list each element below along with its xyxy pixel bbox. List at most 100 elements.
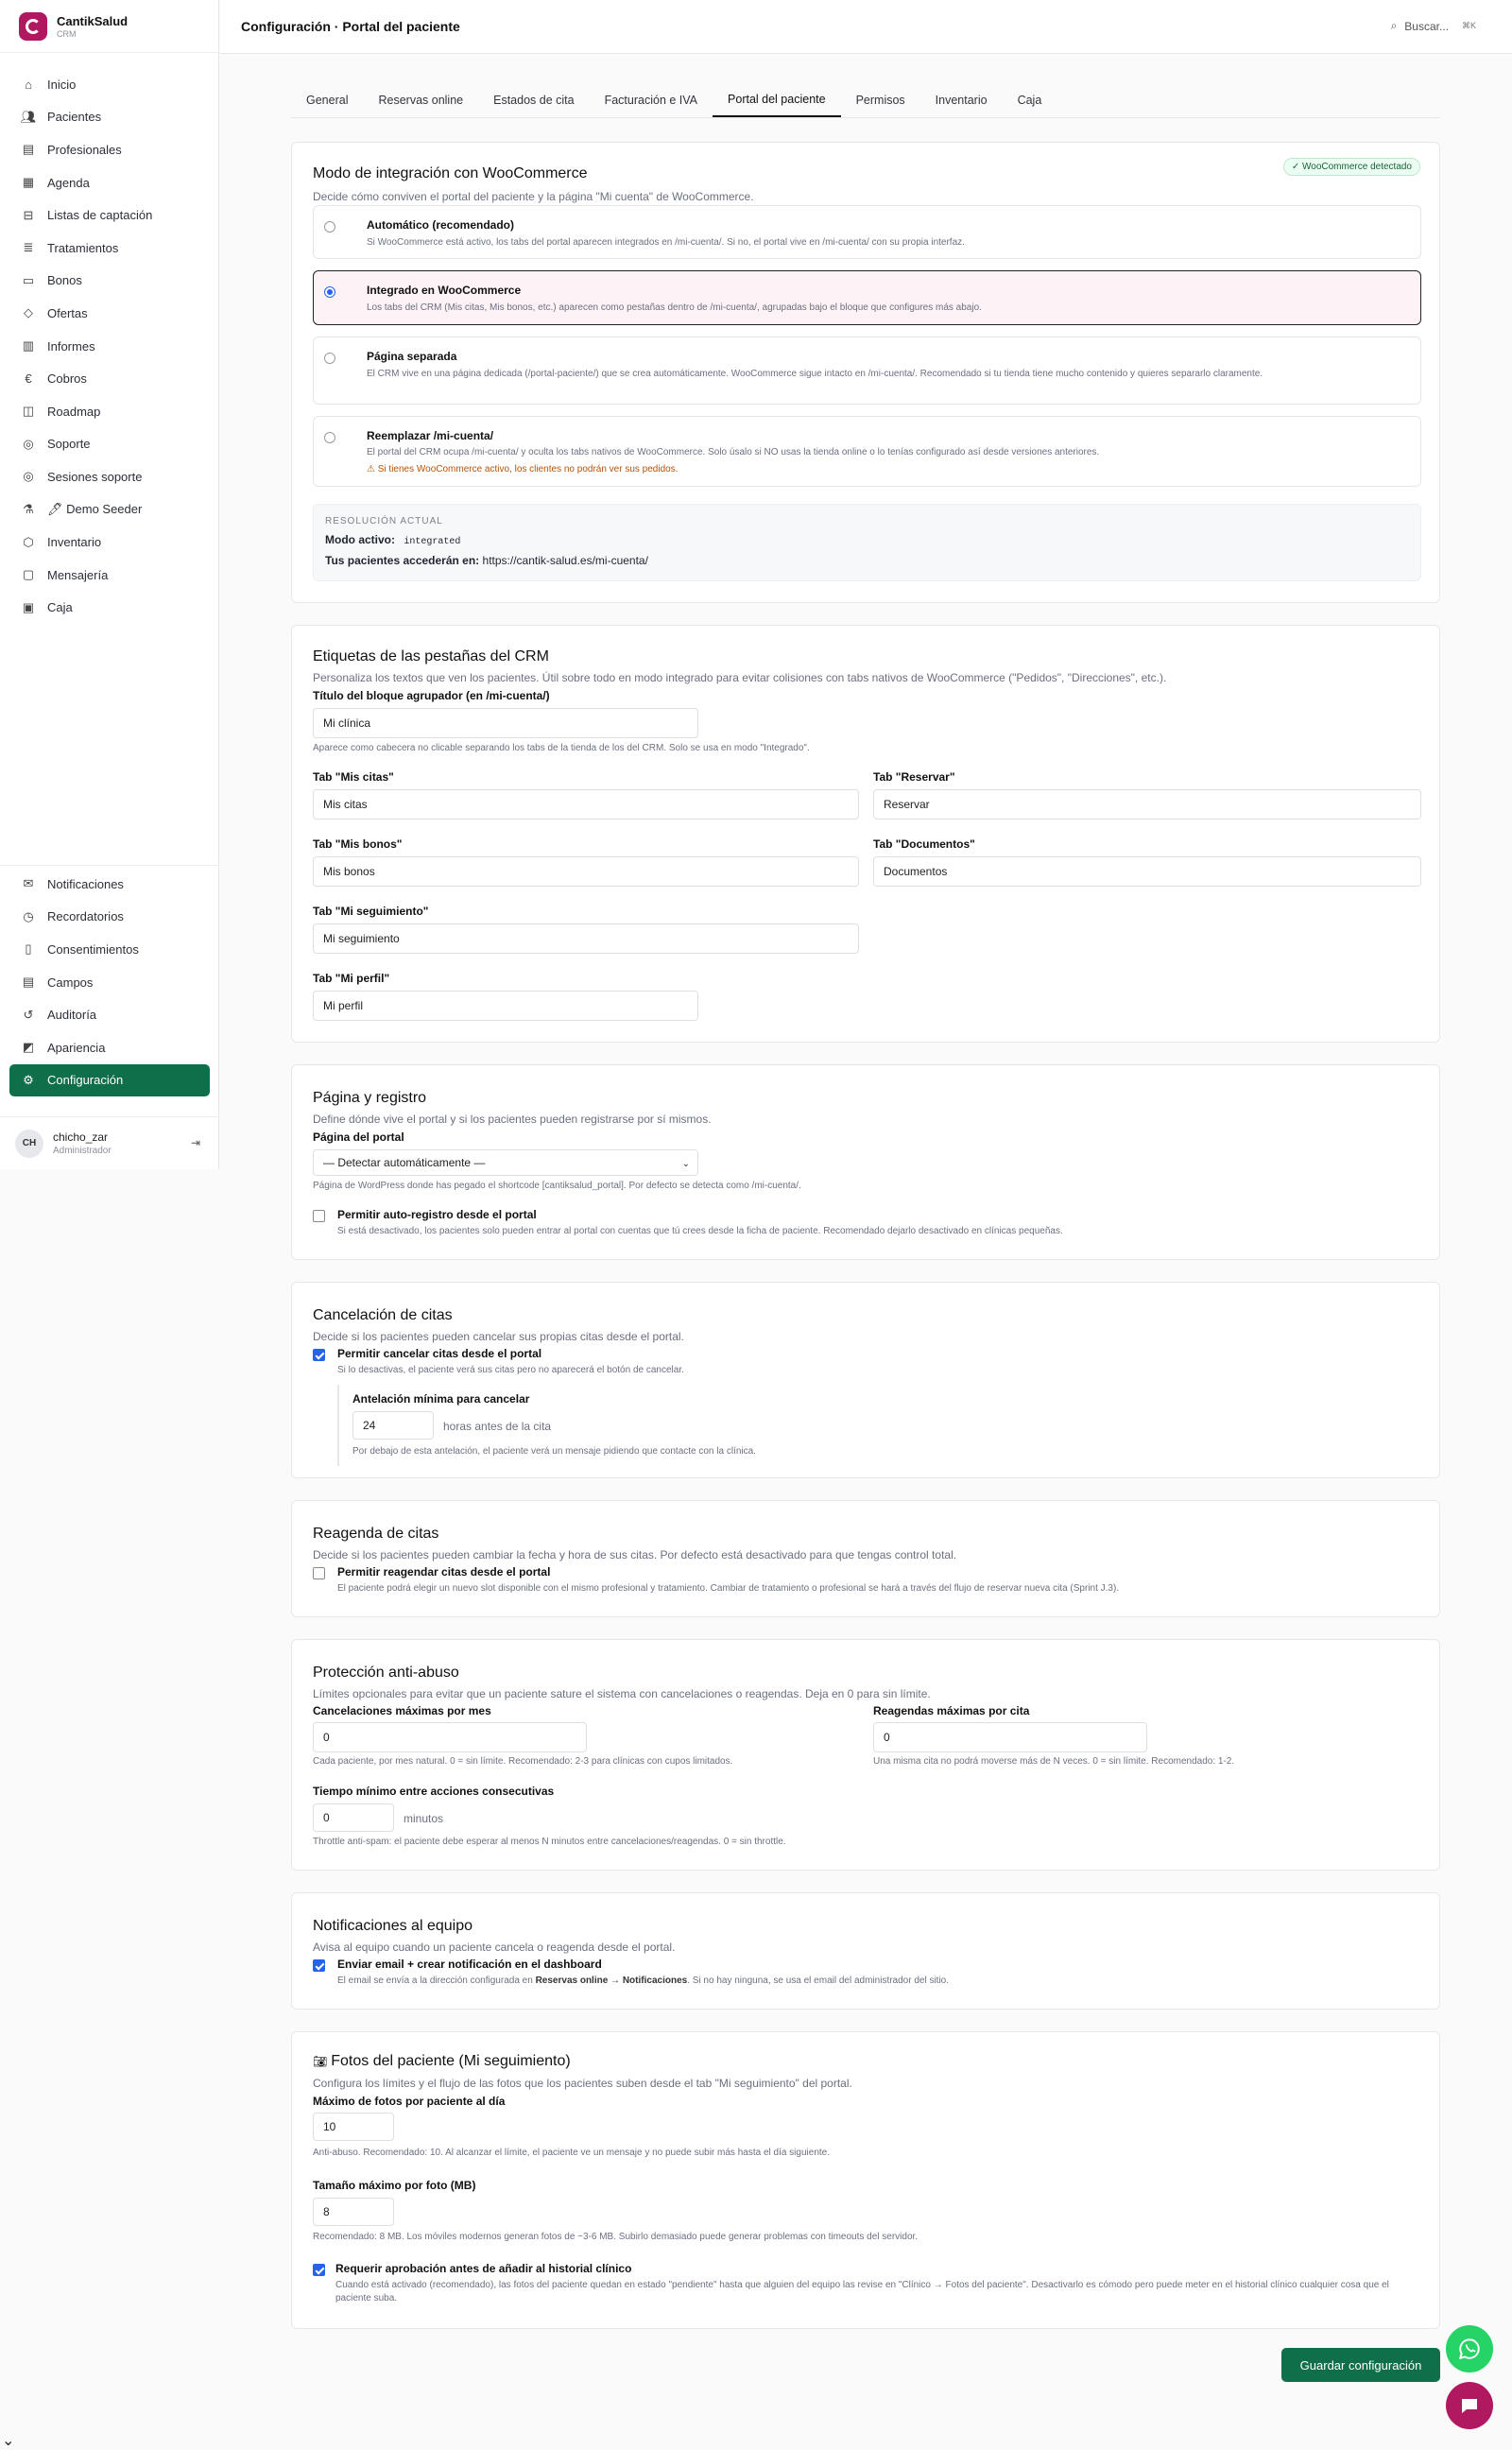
tab-general[interactable]: General	[291, 83, 363, 117]
radio-replace[interactable]	[324, 432, 335, 443]
min-notice-input[interactable]: 24	[352, 1411, 434, 1440]
require-approval-label: Requerir aprobación antes de añadir al h…	[335, 2262, 632, 2275]
bonos-input[interactable]: Mis bonos	[313, 856, 859, 887]
nav-item-mensajeria[interactable]: ▢ Mensajería	[0, 559, 218, 592]
tab-facturacion[interactable]: Facturación e IVA	[590, 83, 713, 117]
radio-separate[interactable]	[324, 353, 335, 364]
tab-permisos[interactable]: Permisos	[841, 83, 920, 117]
nav-item-ofertas[interactable]: ◇ Ofertas	[0, 297, 218, 330]
radio-auto[interactable]	[324, 221, 335, 233]
allow-reschedule-checkbox[interactable]	[313, 1567, 325, 1579]
auto-register-help: Si está desactivado, los pacientes solo …	[337, 1226, 1063, 1236]
cancel-desc: Decide si los pacientes pueden cancelar …	[313, 1330, 684, 1343]
cancellation-card: Cancelación de citas Decide si los pacie…	[291, 1282, 1440, 1478]
reservar-input[interactable]: Reservar	[873, 789, 1421, 820]
cancel-max-input[interactable]: 0	[313, 1722, 587, 1752]
notify-team-checkbox[interactable]	[313, 1959, 325, 1972]
nav-item-agenda[interactable]: ▦ Agenda	[0, 166, 218, 199]
form-icon: ▤	[22, 975, 35, 990]
mode-option-replace[interactable]: Reemplazar /mi-cuenta/ El portal del CRM…	[313, 416, 1421, 487]
nav-item-consentimientos[interactable]: ▯ Consentimientos	[0, 933, 219, 966]
nav-item-caja[interactable]: ▣ Caja	[0, 592, 218, 625]
cancel-max-label: Cancelaciones máximas por mes	[313, 1704, 491, 1717]
brand[interactable]: CantikSalud CRM	[0, 0, 218, 53]
labels-title: Etiquetas de las pestañas del CRM	[313, 648, 549, 664]
nav-item-pacientes[interactable]: 👥︎ Pacientes	[0, 101, 218, 134]
perfil-input[interactable]: Mi perfil	[313, 991, 698, 1021]
require-approval-help: Cuando está activado (recomendado), las …	[335, 2280, 1389, 2303]
nav-item-tratamientos[interactable]: ≣ Tratamientos	[0, 232, 218, 265]
citas-input[interactable]: Mis citas	[313, 789, 859, 820]
docs-label: Tab "Documentos"	[873, 837, 975, 851]
nav-item-inventario[interactable]: ⬡ Inventario	[0, 526, 218, 559]
mode-option-integrated[interactable]: Integrado en WooCommerce Los tabs del CR…	[313, 270, 1421, 325]
message-icon: ▢	[22, 567, 35, 582]
nav-item-bonos[interactable]: ▭ Bonos	[0, 265, 218, 298]
nav-item-soporte[interactable]: ◎ Soporte	[0, 428, 218, 461]
nav-item-recordatorios[interactable]: ◷ Recordatorios	[0, 901, 219, 934]
page-registration-card: Página y registro Define dónde vive el p…	[291, 1064, 1440, 1260]
tab-caja[interactable]: Caja	[1003, 83, 1057, 117]
group-title-input[interactable]: Mi clínica	[313, 708, 698, 738]
flask-icon: ⚗	[23, 502, 34, 517]
palette-icon: ◩	[22, 1040, 35, 1055]
nav-item-listas[interactable]: ⊟ Listas de captación	[0, 198, 218, 232]
mode-option-auto[interactable]: Automático (recomendado) Si WooCommerce …	[313, 205, 1421, 259]
chevron-down-icon[interactable]: ⌄	[2, 2431, 14, 2450]
photo-size-input[interactable]: 8	[313, 2198, 394, 2226]
nav-item-notificaciones[interactable]: ✉ Notificaciones	[0, 868, 219, 901]
allow-cancel-help: Si lo desactivas, el paciente verá sus c…	[337, 1365, 684, 1375]
radio-integrated[interactable]	[324, 286, 335, 298]
min-notice-help: Por debajo de esta antelación, el pacien…	[352, 1446, 756, 1457]
whatsapp-button[interactable]	[1446, 2325, 1493, 2372]
photos-max-label: Máximo de fotos por paciente al día	[313, 2095, 506, 2108]
nav-item-inicio[interactable]: ⌂ Inicio	[0, 68, 218, 101]
require-approval-checkbox[interactable]	[313, 2264, 325, 2276]
nav-item-apariencia[interactable]: ◩ Apariencia	[0, 1031, 219, 1064]
resched-max-input[interactable]: 0	[873, 1722, 1147, 1752]
map-icon: ◫	[22, 404, 35, 419]
nav-item-informes[interactable]: ▥ Informes	[0, 330, 218, 363]
woo-desc: Decide cómo conviven el portal del pacie…	[313, 190, 754, 203]
brand-name: CantikSalud	[57, 13, 129, 28]
nav-item-profesionales[interactable]: ▤ Profesionales	[0, 133, 218, 166]
labels-desc: Personaliza los textos que ven los pacie…	[313, 671, 1167, 684]
nav-item-roadmap[interactable]: ◫ Roadmap	[0, 395, 218, 428]
logout-icon[interactable]: ⇥	[191, 1136, 200, 1149]
mode-value: integrated	[404, 537, 461, 547]
nav-item-campos[interactable]: ▤ Campos	[0, 966, 219, 999]
photo-size-label: Tamaño máximo por foto (MB)	[313, 2179, 476, 2192]
woo-title: Modo de integración con WooCommerce	[313, 165, 588, 181]
throttle-input[interactable]: 0	[313, 1803, 394, 1832]
resched-title: Reagenda de citas	[313, 1526, 439, 1542]
inbox-icon: ⊟	[23, 207, 34, 222]
nav-item-cobros[interactable]: € Cobros	[0, 362, 218, 395]
nav-item-configuracion[interactable]: ⚙ Configuración	[9, 1063, 210, 1097]
bonos-label: Tab "Mis bonos"	[313, 837, 403, 851]
anti-abuse-card: Protección anti-abuso Límites opcionales…	[291, 1639, 1440, 1871]
auto-register-checkbox[interactable]	[313, 1210, 325, 1222]
nav-item-auditoria[interactable]: ↺ Auditoría	[0, 998, 219, 1031]
tab-estados-cita[interactable]: Estados de cita	[478, 83, 589, 117]
photos-max-input[interactable]: 10	[313, 2113, 394, 2141]
photos-desc: Configura los límites y el flujo de las …	[313, 2077, 852, 2090]
brand-sub: CRM	[57, 28, 77, 39]
mode-option-separate[interactable]: Página separada El CRM vive en una págin…	[313, 336, 1421, 405]
topbar: Configuración · Portal del paciente ⌕ Bu…	[220, 0, 1512, 54]
nav-item-sesiones-soporte[interactable]: ◎ Sesiones soporte	[0, 460, 218, 493]
chat-button[interactable]	[1446, 2382, 1493, 2429]
docs-input[interactable]: Documentos	[873, 856, 1421, 887]
search-placeholder: Buscar...	[1404, 19, 1449, 33]
tab-portal-paciente[interactable]: Portal del paciente	[713, 83, 841, 117]
save-config-button[interactable]: Guardar configuración	[1281, 2348, 1440, 2382]
box-icon: ⬡	[23, 534, 34, 549]
tab-inventario[interactable]: Inventario	[920, 83, 1003, 117]
nav-item-demo-seeder[interactable]: ⚗ 🖊 Demo Seeder	[0, 493, 218, 526]
tab-reservas-online[interactable]: Reservas online	[363, 83, 478, 117]
user-profile[interactable]: CH chicho_zar Administrador ⇥	[0, 1116, 219, 1169]
throttle-unit: minutos	[404, 1812, 444, 1825]
search-box[interactable]: ⌕ Buscar... ⌘K	[1391, 19, 1476, 33]
allow-cancel-checkbox[interactable]	[313, 1349, 325, 1361]
seguimiento-input[interactable]: Mi seguimiento	[313, 923, 859, 954]
portal-page-select[interactable]: — Detectar automáticamente — ⌄	[313, 1149, 698, 1176]
